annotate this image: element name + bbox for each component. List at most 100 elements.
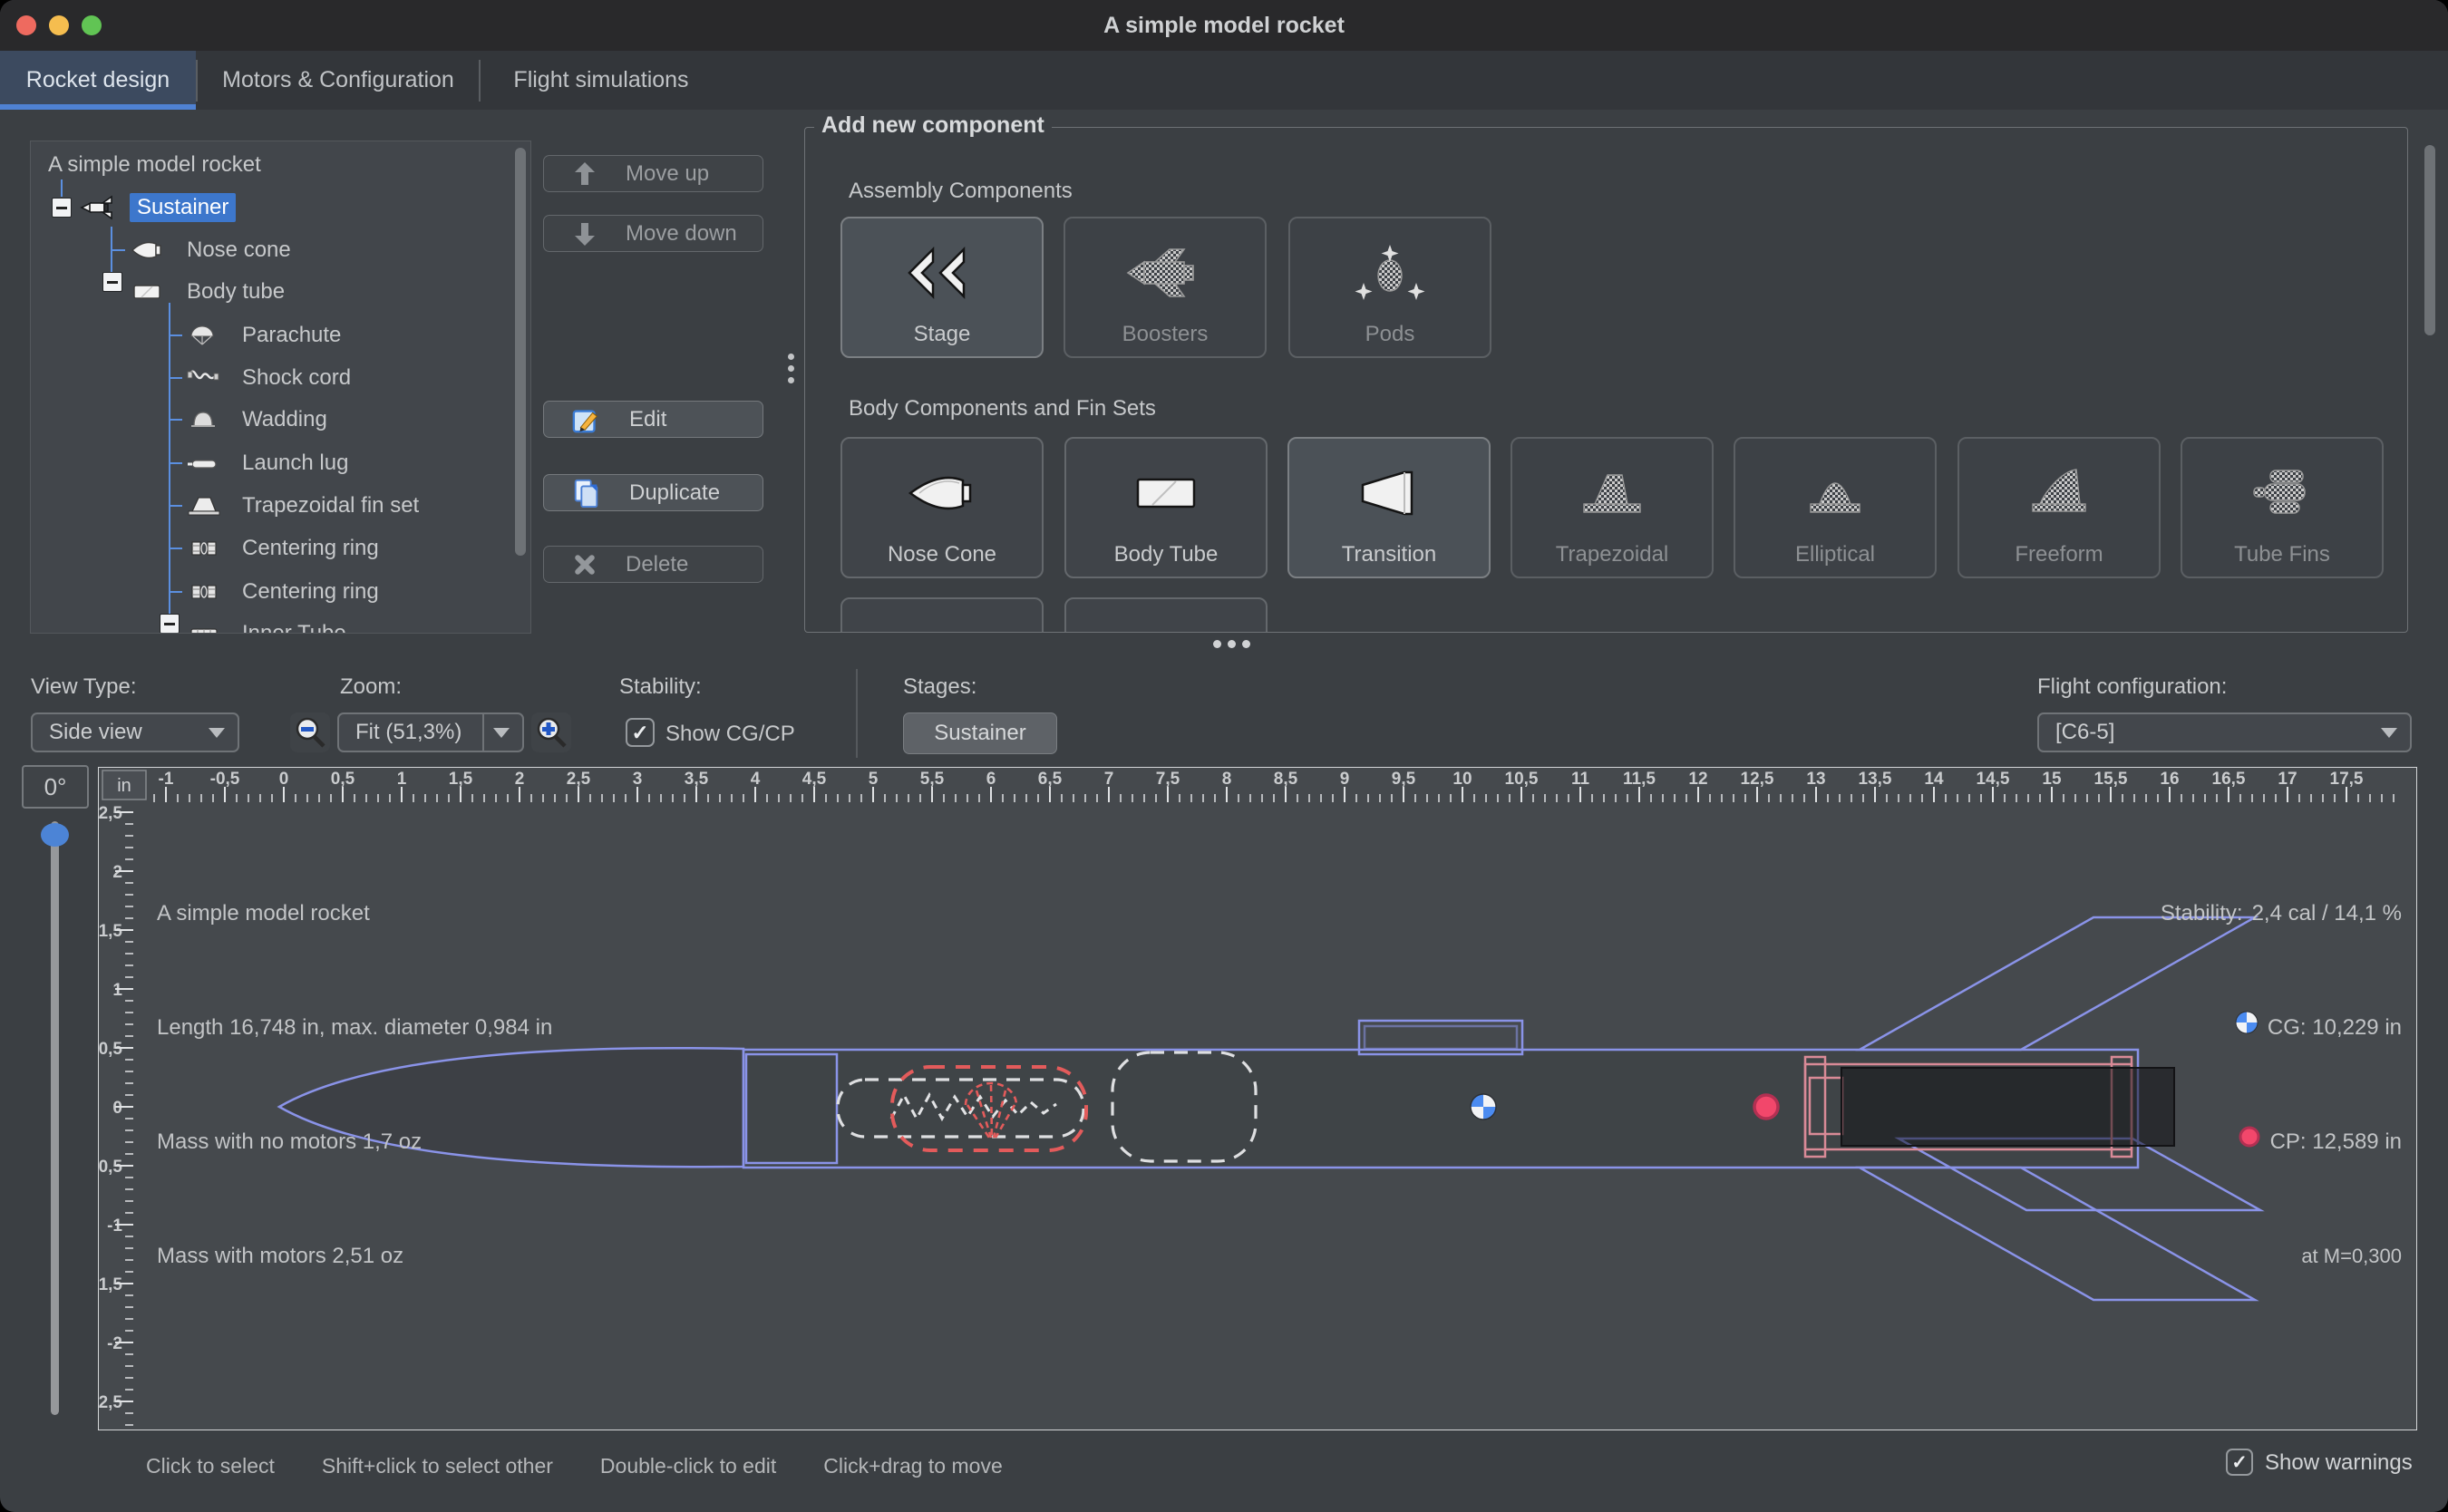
component-tile-elliptical[interactable]: Elliptical: [1734, 437, 1937, 578]
edit-button[interactable]: Edit: [543, 401, 763, 438]
svg-text:13,5: 13,5: [1859, 770, 1892, 789]
body-tube-icon: [127, 278, 169, 305]
motor-shape[interactable]: [1841, 1068, 2174, 1146]
stability-mach: at M=0,300: [2301, 1237, 2402, 1275]
svg-text:2,5: 2,5: [99, 804, 122, 823]
add-component-title: Add new component: [814, 112, 1052, 139]
tree-row-parachute[interactable]: Parachute: [184, 318, 348, 353]
minimize-window-icon[interactable]: [49, 15, 69, 35]
component-tile-stage[interactable]: Stage: [840, 217, 1044, 358]
svg-text:10: 10: [1452, 770, 1472, 789]
tree-row-centering-ring[interactable]: Centering ring: [184, 575, 386, 609]
rocket-view-canvas[interactable]: -1-0,500,511,522,533,544,555,566,577,588…: [98, 767, 2417, 1430]
component-tile-nose-cone[interactable]: Nose Cone: [840, 437, 1044, 578]
rocket-icon: [77, 194, 119, 221]
delete-button[interactable]: Delete: [543, 546, 763, 583]
tree-row-shock-cord[interactable]: Shock cord: [184, 361, 358, 395]
svg-text:17: 17: [2278, 770, 2297, 789]
show-cg-cp-checkbox[interactable]: ✓: [626, 718, 655, 747]
rotation-slider-knob[interactable]: [41, 823, 69, 847]
tile-label: Stage: [842, 322, 1042, 347]
tree-label: Parachute: [235, 321, 348, 350]
component-tile-body-tube[interactable]: Body Tube: [1064, 437, 1268, 578]
zoom-out-button[interactable]: [290, 712, 330, 752]
maximize-window-icon[interactable]: [82, 15, 102, 35]
svg-text:8: 8: [1222, 770, 1232, 789]
view-type-dropdown[interactable]: Side view: [31, 712, 239, 752]
inner-tube-icon: [184, 620, 224, 634]
svg-text:9: 9: [1340, 770, 1350, 789]
svg-text:15: 15: [2042, 770, 2062, 789]
launch-lug-icon: [184, 450, 224, 477]
zoom-in-button[interactable]: [531, 712, 571, 752]
parachute-icon: [184, 322, 224, 349]
move-up-button[interactable]: Move up: [543, 155, 763, 192]
flight-configuration-dropdown[interactable]: [C6-5]: [2037, 712, 2412, 752]
horizontal-splitter-handle[interactable]: [1213, 640, 1250, 648]
traffic-lights: [16, 0, 102, 51]
tree-row-inner-tube[interactable]: Inner Tube: [184, 616, 354, 634]
tree-label: Centering ring: [235, 577, 386, 606]
tree-row-nose-cone[interactable]: Nose cone: [127, 233, 298, 267]
svg-text:0: 0: [112, 1099, 122, 1118]
component-tile-freeform[interactable]: Freeform: [1957, 437, 2161, 578]
expander-minus-icon[interactable]: [160, 614, 180, 634]
tree-row-sustainer[interactable]: Sustainer: [77, 190, 236, 225]
show-cg-cp-label: Show CG/CP: [665, 722, 795, 747]
launch-lug-inner: [1365, 1026, 1517, 1049]
stage-toggle-sustainer[interactable]: Sustainer: [903, 712, 1057, 754]
duplicate-icon: [571, 478, 602, 509]
tree-row-launch-lug[interactable]: Launch lug: [184, 446, 355, 480]
tree-label: Shock cord: [235, 363, 358, 393]
view-type-label: View Type:: [31, 674, 137, 700]
expander-minus-icon[interactable]: [102, 272, 122, 292]
tile-label: Elliptical: [1735, 542, 1935, 567]
vertical-splitter-handle[interactable]: [788, 354, 794, 383]
hint-shift-click: Shift+click to select other: [322, 1454, 553, 1478]
zoom-value: Fit (51,3%): [339, 720, 482, 745]
window-scrollbar-thumb[interactable]: [2424, 145, 2435, 335]
nose-cone-icon: [127, 237, 169, 264]
cp-marker: [1754, 1095, 1778, 1119]
svg-text:3: 3: [633, 770, 643, 789]
svg-text:1,5: 1,5: [99, 922, 122, 941]
centering-ring-icon: [184, 535, 224, 562]
component-tile-partial[interactable]: [1064, 597, 1268, 633]
component-tile-tube-fins[interactable]: Tube Fins: [2181, 437, 2384, 578]
duplicate-button[interactable]: Duplicate: [543, 474, 763, 511]
shock-cord-icon: [184, 364, 224, 392]
move-down-button[interactable]: Move down: [543, 215, 763, 252]
tree-scrollbar-thumb[interactable]: [515, 148, 526, 556]
tree-row-body-tube[interactable]: Body tube: [127, 275, 292, 309]
tree-row-centering-ring[interactable]: Centering ring: [184, 531, 386, 566]
tile-label: Tube Fins: [2182, 542, 2382, 567]
tab-flight-simulations[interactable]: Flight simulations: [481, 51, 722, 110]
show-warnings-checkbox[interactable]: ✓: [2226, 1449, 2253, 1476]
svg-text:3,5: 3,5: [685, 770, 709, 789]
tab-motors-configuration[interactable]: Motors & Configuration: [198, 51, 479, 110]
zoom-dropdown[interactable]: Fit (51,3%): [337, 712, 524, 752]
elliptical-tile-icon: [1735, 451, 1935, 535]
component-tile-boosters[interactable]: Boosters: [1064, 217, 1267, 358]
rotation-angle-box: 0°: [22, 765, 89, 809]
svg-text:-2: -2: [107, 1334, 122, 1353]
svg-text:14: 14: [1924, 770, 1944, 789]
tree-row-rocket[interactable]: A simple model rocket: [41, 148, 268, 182]
titlebar: A simple model rocket: [0, 0, 2448, 51]
arrow-up-icon: [571, 160, 598, 188]
component-tile-transition[interactable]: Transition: [1287, 437, 1491, 578]
close-window-icon[interactable]: [16, 15, 36, 35]
expander-minus-icon[interactable]: [52, 198, 72, 218]
stability-value: 2,4 cal / 14,1 %: [2252, 895, 2402, 933]
component-tile-partial[interactable]: [840, 597, 1044, 633]
component-tile-pods[interactable]: Pods: [1288, 217, 1491, 358]
component-tile-trapezoidal[interactable]: Trapezoidal: [1511, 437, 1714, 578]
cg-legend-icon: [2235, 1009, 2259, 1047]
rotation-slider-track[interactable]: [51, 821, 59, 1415]
svg-text:6,5: 6,5: [1038, 770, 1063, 789]
tree-row-wadding[interactable]: Wadding: [184, 402, 335, 437]
tree-row-trapezoidal-fin-set[interactable]: Trapezoidal fin set: [184, 489, 426, 523]
tab-rocket-design[interactable]: Rocket design: [0, 51, 196, 110]
tree-label: Launch lug: [235, 449, 355, 478]
button-label: Delete: [626, 552, 688, 577]
